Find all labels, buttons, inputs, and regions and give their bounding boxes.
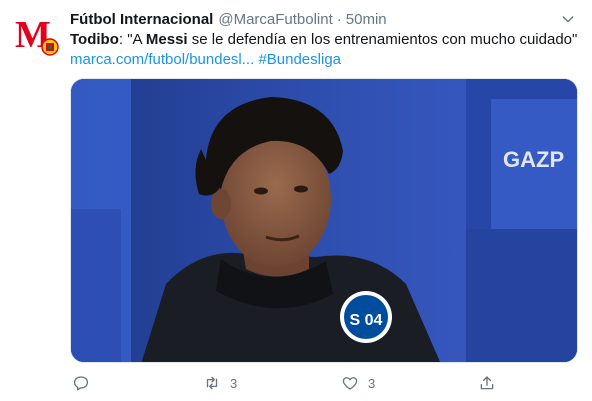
retweet-icon [206, 376, 218, 390]
tweet-media-photo[interactable]: GAZP S 04 [70, 78, 578, 363]
sponsor-text: GAZP [503, 147, 564, 172]
chevron-down-icon [562, 16, 574, 23]
text-subject: Todibo [70, 31, 119, 48]
retweet-button[interactable]: 3 [203, 372, 237, 394]
reply-button[interactable] [72, 372, 99, 394]
like-button[interactable]: 3 [341, 372, 375, 394]
user-handle[interactable]: @MarcaFutbolint [218, 11, 332, 28]
avatar[interactable]: M [13, 9, 61, 57]
reply-icon [73, 376, 89, 391]
article-link[interactable]: marca.com/futbol/bundesl... [70, 51, 254, 68]
hashtag-link[interactable]: #Bundesliga [258, 51, 341, 68]
like-count: 3 [368, 375, 376, 391]
marca-logo-icon: M [13, 9, 61, 57]
badge-text: S 04 [350, 312, 383, 329]
tweet-header: Fútbol Internacional @MarcaFutbolint · 5… [70, 9, 580, 29]
text-part-1: : "A [118, 31, 146, 48]
share-button[interactable] [478, 372, 496, 394]
retweet-count: 3 [230, 375, 238, 391]
text-part-2: se le defendía en los entrenamientos con… [187, 31, 578, 48]
display-name[interactable]: Fútbol Internacional [70, 11, 213, 28]
more-options-button[interactable] [558, 9, 578, 29]
tweet-text: Todibo: "A Messi se le defendía en los e… [70, 30, 580, 50]
separator-dot: · [336, 10, 342, 28]
timestamp[interactable]: 50min [346, 11, 387, 28]
share-icon [480, 376, 494, 390]
player-photo: GAZP S 04 [71, 79, 577, 362]
heart-icon [342, 377, 358, 390]
tweet-links: marca.com/futbol/bundesl... #Bundesliga [70, 50, 580, 70]
tweet[interactable]: M Fútbol Internacional @MarcaFutbolint ·… [0, 0, 592, 401]
tweet-actions: 3 3 [70, 372, 510, 394]
text-bold-name: Messi [145, 31, 188, 48]
